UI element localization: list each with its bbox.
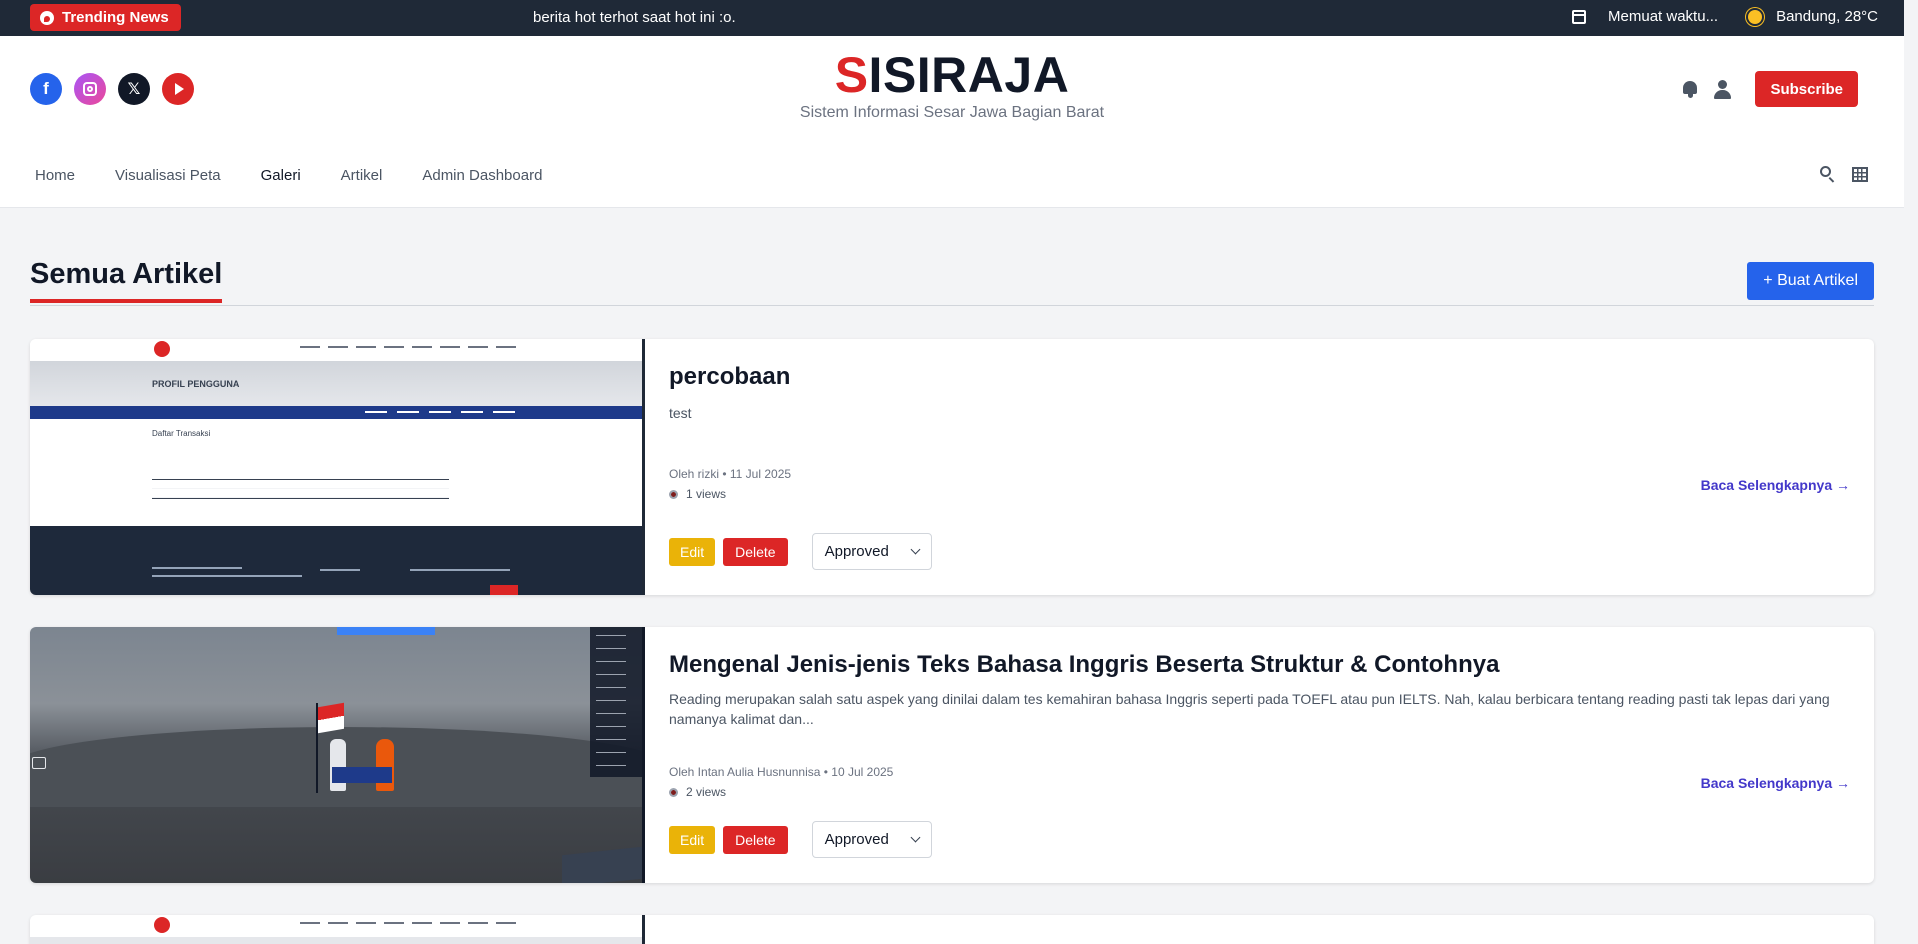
weather-text: Bandung, 28°C (1776, 8, 1878, 25)
flag-icon (318, 702, 344, 734)
article-views: 2 views (669, 785, 726, 799)
create-article-button[interactable]: + Buat Artikel (1747, 262, 1874, 300)
article-actions: Edit Delete Approved (669, 821, 932, 858)
article-title[interactable]: percobaan (669, 363, 790, 391)
section-header: Semua Artikel + Buat Artikel (30, 256, 1874, 306)
page-title: Semua Artikel (30, 258, 223, 303)
delete-button[interactable]: Delete (723, 825, 788, 854)
main-nav: Home Visualisasi Peta Galeri Artikel Adm… (35, 167, 542, 184)
grid-icon[interactable] (1852, 166, 1868, 182)
article-excerpt: Reading merupakan salah satu aspek yang … (669, 691, 1830, 727)
site-header: f 𝕏 SISIRAJA Sistem Informasi Sesar Jawa… (0, 36, 1904, 208)
article-meta: Oleh rizki • 11 Jul 2025 (669, 467, 792, 481)
article-views: 1 views (669, 487, 726, 501)
nav-galeri[interactable]: Galeri (261, 167, 301, 184)
sun-icon (1748, 9, 1763, 24)
article-thumbnail[interactable]: PROFIL PENGGUNA Daftar Transaksi (30, 339, 645, 595)
article-thumbnail[interactable] (30, 627, 645, 883)
status-value: Approved (824, 543, 889, 560)
read-more-link[interactable]: Baca Selengkapnya → (1701, 477, 1850, 493)
top-bar: Trending News berita hot terhot saat hot… (0, 0, 1904, 36)
thumb-banner-text: PROFIL PENGGUNA (152, 379, 240, 389)
article-card (30, 915, 1874, 944)
article-meta: Oleh Intan Aulia Husnunnisa • 10 Jul 202… (669, 765, 894, 779)
brin-logo-icon (154, 917, 170, 933)
eye-icon (669, 787, 678, 797)
news-ticker[interactable]: berita hot terhot saat hot ini :o. (533, 9, 736, 26)
edit-button[interactable]: Edit (669, 825, 716, 854)
article-body: percobaan test Oleh rizki • 11 Jul 2025 … (669, 339, 1850, 595)
site-logo[interactable]: SISIRAJA (0, 48, 1904, 102)
current-time: Memuat waktu... (1608, 8, 1719, 25)
thumb-heading: Daftar Transaksi (152, 429, 211, 438)
delete-button[interactable]: Delete (723, 537, 788, 566)
chevron-down-icon (910, 544, 921, 555)
nav-tools (1820, 166, 1868, 182)
user-icon[interactable] (1713, 79, 1732, 99)
eye-icon (669, 489, 678, 499)
article-body: Mengenal Jenis-jenis Teks Bahasa Inggris… (669, 627, 1850, 883)
article-title[interactable]: Mengenal Jenis-jenis Teks Bahasa Inggris… (669, 651, 1499, 679)
status-select[interactable]: Approved (811, 821, 932, 858)
nav-visualisasi-peta[interactable]: Visualisasi Peta (115, 167, 221, 184)
edit-button[interactable]: Edit (669, 537, 716, 566)
status-value: Approved (824, 831, 889, 848)
article-card: Mengenal Jenis-jenis Teks Bahasa Inggris… (30, 627, 1874, 883)
status-select[interactable]: Approved (811, 533, 932, 570)
chevron-down-icon (910, 832, 921, 843)
subscribe-button[interactable]: Subscribe (1755, 71, 1858, 107)
top-right-info: Memuat waktu... Bandung, 28°C (1572, 8, 1878, 25)
read-more-link[interactable]: Baca Selengkapnya → (1701, 775, 1850, 791)
nav-artikel[interactable]: Artikel (341, 167, 383, 184)
calendar-icon (1572, 9, 1587, 24)
trending-badge[interactable]: Trending News (30, 4, 181, 31)
search-icon[interactable] (1820, 166, 1836, 182)
trending-label: Trending News (62, 9, 169, 26)
fire-icon (40, 10, 54, 25)
nav-admin-dashboard[interactable]: Admin Dashboard (422, 167, 542, 184)
article-actions: Edit Delete Approved (669, 533, 932, 570)
brin-logo-icon (154, 341, 170, 357)
brand: SISIRAJA Sistem Informasi Sesar Jawa Bag… (0, 48, 1904, 122)
article-thumbnail[interactable] (30, 915, 645, 944)
views-count: 2 views (686, 785, 727, 799)
article-excerpt: test (669, 405, 692, 421)
header-actions: Subscribe (1681, 71, 1858, 107)
bell-icon[interactable] (1681, 80, 1699, 98)
article-card: PROFIL PENGGUNA Daftar Transaksi percoba… (30, 339, 1874, 595)
nav-home[interactable]: Home (35, 167, 75, 184)
views-count: 1 views (686, 487, 727, 501)
site-tagline: Sistem Informasi Sesar Jawa Bagian Barat (799, 104, 1105, 121)
camera-icon (32, 757, 46, 769)
